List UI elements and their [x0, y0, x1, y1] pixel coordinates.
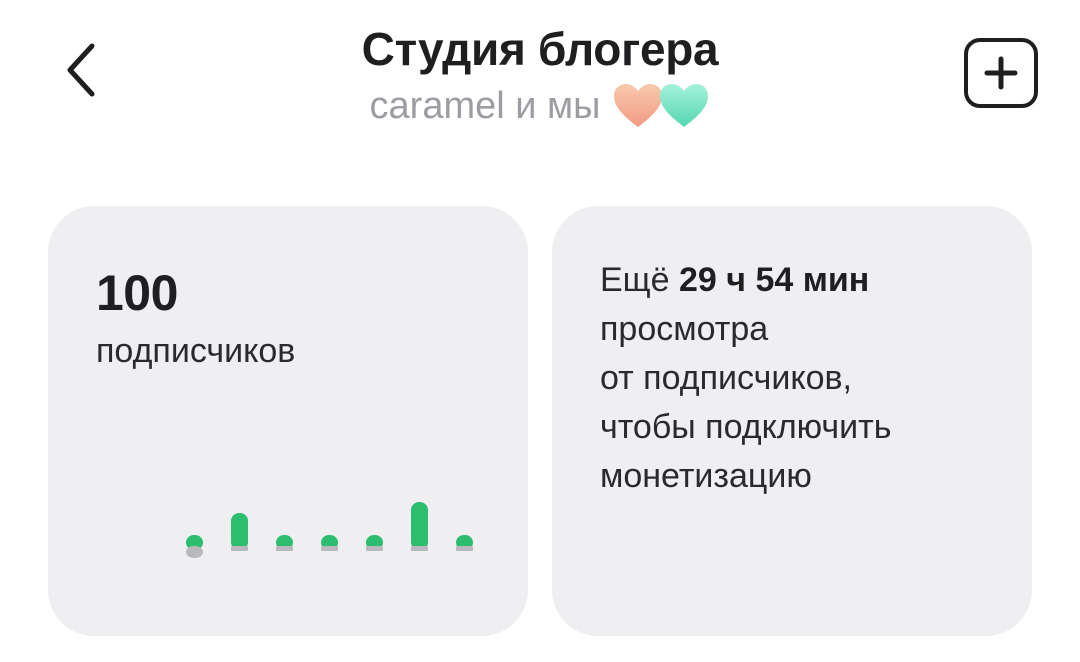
page-title: Студия блогера — [361, 23, 719, 75]
subscribers-count: 100 — [96, 265, 178, 321]
monetization-line-4: чтобы подключить — [600, 408, 892, 446]
blogger-studio-screen: Студия блогера caramel и мы 100 подписчи… — [0, 0, 1080, 662]
subscribers-growth-chart — [186, 502, 473, 558]
monetization-line-5: монетизацию — [600, 457, 812, 495]
chart-bar-baseline — [456, 546, 473, 551]
monetization-line-2: просмотра — [600, 310, 769, 348]
channel-subtitle: caramel и мы — [0, 82, 1080, 130]
mint-heart-icon — [660, 84, 709, 127]
chart-bar-baseline — [186, 546, 203, 558]
monetization-time: 29 ч 54 мин — [679, 261, 870, 299]
chart-bar-baseline — [231, 546, 248, 551]
peach-heart-icon — [614, 84, 663, 127]
chart-bar-baseline — [411, 546, 428, 551]
chart-bar — [231, 513, 248, 550]
monetization-prefix: Ещё — [600, 261, 680, 299]
channel-name: caramel и мы — [369, 84, 601, 127]
chart-bar-baseline — [321, 546, 338, 551]
hearts-emoji — [612, 82, 710, 130]
monetization-card[interactable]: Ещё 29 ч 54 мин просмотра от подписчиков… — [552, 206, 1032, 636]
plus-icon — [984, 56, 1018, 90]
chart-bar-baseline — [366, 546, 383, 551]
monetization-line-3: от подписчиков, — [600, 359, 852, 397]
add-button[interactable] — [964, 38, 1038, 108]
chart-bar — [411, 502, 428, 550]
chart-bar-baseline — [276, 546, 293, 551]
monetization-text: Ещё 29 ч 54 мин просмотра от подписчиков… — [600, 256, 1000, 501]
monetization-line-1: Ещё 29 ч 54 мин — [600, 256, 1000, 305]
subscribers-label: подписчиков — [96, 332, 296, 370]
subscribers-card[interactable]: 100 подписчиков — [48, 206, 528, 636]
